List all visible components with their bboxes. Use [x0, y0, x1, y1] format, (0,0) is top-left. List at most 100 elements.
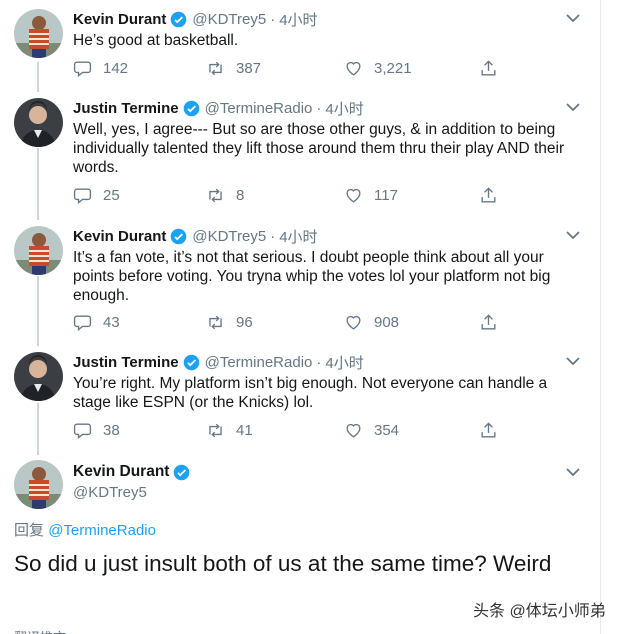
share-button[interactable]: [479, 313, 509, 332]
chevron-down-icon[interactable]: [566, 356, 580, 366]
tweet-text: Well, yes, I agree--- But so are those o…: [73, 121, 565, 176]
retweet-icon: [209, 315, 222, 330]
share-icon: [481, 187, 496, 203]
like-icon: [346, 423, 361, 438]
author-handle[interactable]: @KDTrey5: [192, 11, 266, 28]
verified-badge-icon: [183, 354, 199, 370]
share-icon: [481, 422, 496, 438]
retweet-icon: [209, 423, 222, 438]
main-tweet-text: So did u just insult both of us at the s…: [14, 551, 552, 576]
avatar[interactable]: [14, 460, 63, 509]
like-button[interactable]: 3,221: [344, 59, 412, 78]
reply-button[interactable]: 43: [73, 313, 120, 332]
like-count: 3,221: [374, 60, 412, 77]
tweet-text: It’s a fan vote, it’s not that serious. …: [73, 249, 551, 304]
like-button[interactable]: 908: [344, 313, 399, 332]
avatar[interactable]: [14, 352, 63, 401]
reply-prefix: 回复: [14, 522, 45, 539]
chevron-down-icon[interactable]: [566, 13, 580, 23]
chevron-down-icon[interactable]: [566, 467, 580, 477]
author-name[interactable]: Kevin Durant: [73, 228, 166, 245]
timestamp[interactable]: 4小时: [279, 9, 317, 30]
like-icon: [346, 188, 361, 203]
chevron-down-icon[interactable]: [566, 102, 580, 112]
tweet-actions: 142 387 3,221: [73, 59, 503, 79]
reply-icon: [73, 423, 92, 440]
separator-dot: ·: [316, 353, 322, 371]
separator-dot: ·: [316, 99, 322, 117]
reply-icon: [73, 61, 92, 78]
retweet-button[interactable]: 8: [206, 186, 244, 205]
retweet-count: 387: [236, 60, 262, 77]
tweet-text: You’re right. My platform isn’t big enou…: [73, 375, 548, 411]
tweet-header: Justin Termine @TermineRadio · 4小时: [73, 352, 364, 372]
verified-badge-icon: [171, 228, 187, 244]
separator-dot: ·: [270, 10, 276, 28]
retweet-button[interactable]: 387: [206, 59, 261, 78]
reply-icon: [73, 315, 92, 332]
reply-count: 38: [103, 422, 120, 439]
like-button[interactable]: 354: [344, 421, 399, 440]
tweet-actions: 38 41 354: [73, 421, 503, 441]
tweet-header: Kevin Durant @KDTrey5 · 4小时: [73, 226, 318, 246]
retweet-button[interactable]: 96: [206, 313, 253, 332]
timestamp[interactable]: 4小时: [325, 98, 363, 119]
share-button[interactable]: [479, 59, 509, 78]
verified-badge-icon: [174, 464, 190, 480]
timestamp[interactable]: 4小时: [325, 352, 363, 373]
like-button[interactable]: 117: [344, 186, 398, 205]
author-name[interactable]: Justin Termine: [73, 100, 179, 117]
author-handle[interactable]: @TermineRadio: [205, 100, 313, 117]
chevron-down-icon[interactable]: [566, 230, 580, 240]
author-handle[interactable]: @TermineRadio: [205, 354, 313, 371]
share-icon: [481, 314, 496, 330]
reply-count: 25: [103, 187, 120, 204]
tweet-text: He’s good at basketball.: [73, 32, 239, 49]
like-count: 354: [374, 422, 400, 439]
author-name[interactable]: Justin Termine: [73, 354, 179, 371]
reply-to-link[interactable]: @TermineRadio: [48, 522, 156, 539]
tweet[interactable]: Kevin Durant @KDTrey5 · 4小时 It’s a fan v…: [0, 226, 600, 341]
share-button[interactable]: [479, 186, 509, 205]
separator-dot: ·: [270, 227, 276, 245]
like-count: 117: [374, 187, 398, 204]
verified-badge-icon: [183, 100, 199, 116]
tweet[interactable]: Justin Termine @TermineRadio · 4小时 Well,…: [0, 98, 600, 213]
tweet[interactable]: Justin Termine @TermineRadio · 4小时 You’r…: [0, 352, 600, 447]
main-tweet-header: Kevin Durant @KDTrey5: [73, 462, 190, 501]
timeline-border: [600, 0, 601, 634]
author-name[interactable]: Kevin Durant: [73, 463, 169, 481]
retweet-button[interactable]: 41: [206, 421, 253, 440]
reply-count: 43: [103, 314, 120, 331]
avatar[interactable]: [14, 9, 63, 58]
retweet-count: 96: [236, 314, 253, 331]
translate-link[interactable]: 翻译推文: [14, 627, 66, 634]
retweet-count: 41: [236, 422, 253, 439]
tweet[interactable]: Kevin Durant @KDTrey5 · 4小时 He’s good at…: [0, 9, 600, 89]
like-icon: [346, 315, 361, 330]
reply-context: 回复 @TermineRadio: [14, 519, 156, 540]
like-count: 908: [374, 314, 400, 331]
reply-button[interactable]: 25: [73, 186, 120, 205]
like-icon: [346, 61, 361, 76]
author-handle[interactable]: @KDTrey5: [73, 484, 190, 501]
tweet-header: Kevin Durant @KDTrey5 · 4小时: [73, 9, 318, 29]
avatar[interactable]: [14, 226, 63, 275]
author-handle[interactable]: @KDTrey5: [192, 228, 266, 245]
share-icon: [481, 60, 496, 76]
tweet-actions: 25 8 117: [73, 186, 503, 206]
tweet-header: Justin Termine @TermineRadio · 4小时: [73, 98, 364, 118]
reply-button[interactable]: 142: [73, 59, 128, 78]
reply-count: 142: [103, 60, 129, 77]
retweet-count: 8: [236, 187, 245, 204]
share-button[interactable]: [479, 421, 509, 440]
timestamp[interactable]: 4小时: [279, 226, 317, 247]
avatar[interactable]: [14, 98, 63, 147]
author-name[interactable]: Kevin Durant: [73, 11, 166, 28]
retweet-icon: [209, 61, 222, 76]
verified-badge-icon: [171, 11, 187, 27]
tweet-actions: 43 96 908: [73, 313, 503, 333]
watermark: 头条 @体坛小师弟: [473, 603, 606, 620]
reply-icon: [73, 188, 92, 205]
reply-button[interactable]: 38: [73, 421, 120, 440]
